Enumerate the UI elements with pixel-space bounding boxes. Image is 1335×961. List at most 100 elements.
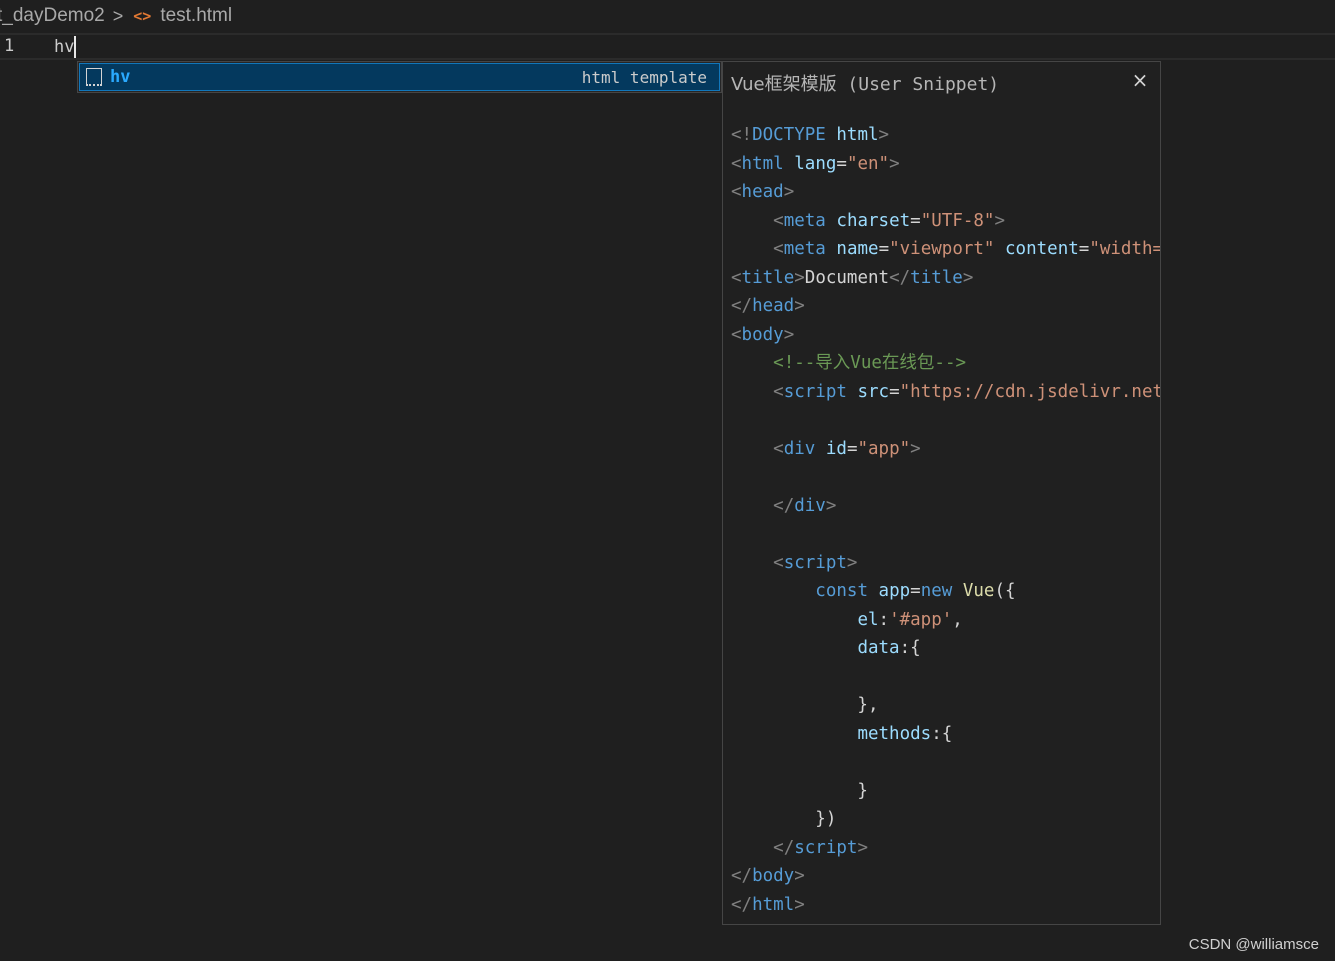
code-token: body	[741, 324, 784, 345]
code-token: })	[731, 809, 837, 829]
code-token: ,	[952, 609, 963, 630]
code-line: </script>	[731, 834, 1160, 863]
code-line: <script>	[731, 549, 1160, 578]
code-token: :{	[931, 723, 953, 744]
details-title-name: Vue框架模版	[731, 74, 837, 95]
code-line: const app=new Vue({	[731, 577, 1160, 606]
code-token: name	[836, 239, 879, 259]
code-token: "app"	[857, 438, 911, 459]
code-token: head	[752, 296, 795, 316]
code-token: charset	[836, 210, 911, 231]
code-token: const	[815, 581, 868, 601]
code-token: methods	[857, 723, 932, 744]
code-token: new	[920, 581, 953, 601]
code-token: </	[731, 296, 753, 316]
code-token: Vue	[962, 581, 995, 601]
suggestion-details-panel: Vue框架模版 (User Snippet) × <!DOCTYPE html>…	[722, 61, 1161, 925]
code-line: </html>	[731, 891, 1160, 920]
text-cursor	[74, 36, 77, 58]
suggestion-label: hv	[110, 67, 131, 87]
code-token: el	[857, 609, 879, 630]
suggestion-item[interactable]: hv html template	[79, 63, 720, 91]
code-token: Document	[804, 267, 890, 288]
code-token: >	[783, 324, 795, 345]
code-token: <	[731, 267, 742, 288]
code-token: "viewport"	[889, 239, 995, 259]
code-line: </body>	[731, 862, 1160, 891]
code-token: </	[889, 267, 911, 288]
code-token: <	[773, 239, 784, 259]
code-token: html	[752, 894, 795, 915]
editor-line[interactable]: hv	[54, 36, 77, 58]
code-token: =	[910, 581, 921, 601]
code-token: =	[836, 153, 847, 174]
code-token: >	[889, 153, 900, 174]
code-token: <	[731, 153, 742, 174]
breadcrumb-folder[interactable]: t_dayDemo2	[0, 5, 105, 27]
suggest-widget: hv html template	[77, 61, 722, 93]
close-icon[interactable]: ×	[1128, 68, 1152, 92]
code-token: =	[846, 438, 858, 459]
watermark: CSDN @williamsce	[1188, 936, 1319, 953]
code-line: <!DOCTYPE html>	[731, 121, 1160, 150]
code-token: >	[994, 210, 1006, 231]
suggestion-detail: html template	[581, 67, 707, 87]
code-token: <	[731, 182, 742, 202]
code-token: <!	[731, 125, 753, 145]
code-token: >	[783, 182, 795, 202]
code-line: </head>	[731, 292, 1160, 321]
code-line: <!--导入Vue在线包-->	[731, 349, 1160, 378]
code-token: "width=device-width, initial-scale=1.0"	[1089, 239, 1161, 259]
code-token: </	[731, 866, 753, 886]
editor-line-text[interactable]: hv	[54, 37, 74, 57]
code-token: "UTF-8"	[920, 210, 995, 231]
code-line: <meta charset="UTF-8">	[731, 207, 1160, 236]
code-line: <head>	[731, 178, 1160, 207]
breadcrumb-file[interactable]: test.html	[160, 5, 232, 27]
snippet-code: <!DOCTYPE html> <html lang="en"> <head> <m…	[731, 121, 1161, 920]
code-token: body	[752, 866, 795, 886]
code-token: "https://cdn.jsdelivr.net/npm/vue/dist/v…	[899, 381, 1161, 402]
code-token: =	[910, 210, 921, 231]
code-token: div	[794, 495, 826, 516]
code-line: },	[731, 691, 1160, 720]
code-token: div	[783, 438, 816, 459]
code-token: >	[794, 296, 805, 316]
code-token: }	[731, 780, 868, 801]
code-line: <meta name="viewport" content="width=dev…	[731, 235, 1161, 264]
html-file-icon: <>	[133, 7, 152, 25]
code-token: title	[910, 267, 963, 288]
code-token: meta	[783, 239, 826, 259]
code-token: script	[783, 381, 847, 402]
code-token: :	[878, 609, 890, 630]
code-token: '#app'	[889, 609, 953, 630]
code-token: </	[731, 894, 753, 915]
code-token: script	[794, 837, 858, 858]
details-title-source: (User Snippet)	[836, 74, 1000, 95]
code-token: DOCTYPE	[752, 125, 826, 145]
current-line-highlight	[0, 33, 1335, 60]
code-line: <title>Document</title>	[731, 264, 1160, 293]
code-token: app	[878, 581, 911, 601]
snippet-icon	[86, 68, 102, 86]
code-line: data:{	[731, 634, 1160, 663]
code-line: methods:{	[731, 720, 1160, 749]
code-line: <script src="https://cdn.jsdelivr.net/np…	[731, 378, 1161, 407]
code-token: >	[825, 495, 837, 516]
code-token: src	[857, 381, 890, 402]
code-token: <	[773, 210, 784, 231]
